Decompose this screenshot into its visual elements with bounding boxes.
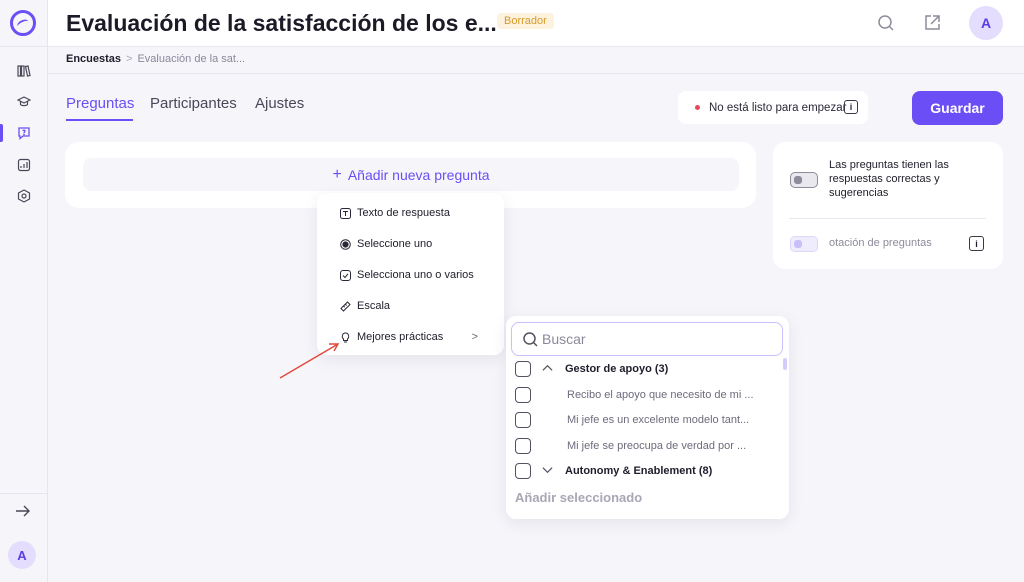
breadcrumb-root-link[interactable]: Encuestas bbox=[66, 53, 121, 65]
sidebar-item-settings[interactable] bbox=[0, 184, 48, 208]
search-icon bbox=[523, 332, 538, 347]
question-label: Mi jefe es un excelente modelo tant... bbox=[567, 414, 750, 426]
question-label: Recibo el apoyo que necesito de mi ... bbox=[567, 389, 754, 401]
group-checkbox[interactable] bbox=[515, 361, 531, 377]
save-button[interactable]: Guardar bbox=[912, 91, 1003, 125]
sidebar-item-library[interactable] bbox=[0, 59, 48, 83]
scrollbar-thumb[interactable] bbox=[783, 358, 787, 370]
user-avatar[interactable]: A bbox=[969, 6, 1003, 40]
menu-item-multiple-choice[interactable]: Selecciona uno o varios bbox=[317, 263, 504, 287]
menu-item-label: Escala bbox=[357, 300, 391, 312]
rotation-label: otación de preguntas bbox=[829, 237, 932, 249]
menu-item-scale[interactable]: Escala bbox=[317, 294, 504, 318]
status-badge: Borrador bbox=[497, 13, 554, 29]
sidebar-divider bbox=[0, 46, 48, 47]
status-dot bbox=[695, 105, 700, 110]
menu-item-text-answer[interactable]: Texto de respuesta bbox=[317, 201, 504, 225]
expand-sidebar-icon[interactable] bbox=[14, 503, 32, 519]
breadcrumb-separator: > bbox=[126, 53, 133, 65]
question-checkbox[interactable] bbox=[515, 412, 531, 428]
breadcrumb-current: Evaluación de la sat... bbox=[137, 53, 246, 65]
settings-divider bbox=[789, 218, 986, 219]
correct-answers-toggle[interactable] bbox=[790, 172, 818, 188]
active-tab-underline bbox=[66, 119, 133, 121]
radio-icon bbox=[340, 238, 351, 250]
sidebar-avatar[interactable]: A bbox=[8, 541, 36, 569]
chevron-right-icon: > bbox=[471, 331, 478, 343]
question-label: Mi jefe se preocupa de verdad por ... bbox=[567, 440, 747, 452]
annotation-arrow-icon bbox=[279, 343, 340, 379]
ruler-icon bbox=[340, 300, 351, 312]
add-question-label: Añadir nueva pregunta bbox=[347, 166, 490, 183]
search-icon[interactable] bbox=[876, 13, 896, 33]
chevron-down-icon[interactable] bbox=[541, 465, 553, 477]
sidebar: A bbox=[0, 0, 48, 582]
list-item[interactable]: Mi jefe se preocupa de verdad por ... bbox=[515, 435, 780, 457]
survey-icon bbox=[18, 127, 30, 140]
question-checkbox[interactable] bbox=[515, 387, 531, 403]
list-group-header[interactable]: Gestor de apoyo (3) bbox=[515, 358, 780, 380]
app-logo[interactable] bbox=[10, 10, 36, 36]
tab-preguntas[interactable]: Preguntas bbox=[66, 95, 134, 112]
text-box-icon bbox=[340, 207, 351, 219]
sidebar-item-analytics[interactable] bbox=[0, 153, 48, 177]
sidebar-item-learning[interactable] bbox=[0, 90, 48, 114]
menu-item-label: Selecciona uno o varios bbox=[357, 269, 474, 281]
question-checkbox[interactable] bbox=[515, 438, 531, 454]
question-type-menu: Texto de respuesta Seleccione uno Selecc… bbox=[317, 193, 504, 355]
list-group-header[interactable]: Autonomy & Enablement (8) bbox=[515, 460, 780, 482]
menu-item-label: Texto de respuesta bbox=[357, 207, 450, 219]
list-item[interactable]: Recibo el apoyo que necesito de mi ... bbox=[515, 384, 780, 406]
readiness-label: No está listo para empezar bbox=[709, 101, 847, 114]
menu-item-single-choice[interactable]: Seleccione uno bbox=[317, 232, 504, 256]
rotation-toggle[interactable] bbox=[790, 236, 818, 252]
rotation-info-icon[interactable]: i bbox=[969, 236, 984, 251]
sidebar-bottom-divider bbox=[0, 493, 48, 494]
checkbox-icon bbox=[340, 269, 351, 281]
tab-participantes[interactable]: Participantes bbox=[150, 95, 237, 112]
readiness-status: No está listo para empezar i bbox=[678, 91, 868, 124]
group-checkbox[interactable] bbox=[515, 463, 531, 479]
tab-ajustes[interactable]: Ajustes bbox=[255, 95, 304, 112]
plus-icon: + bbox=[332, 165, 342, 183]
best-practices-search-input[interactable]: Buscar bbox=[511, 322, 783, 356]
menu-item-best-practices[interactable]: Mejores prácticas > bbox=[317, 325, 504, 349]
menu-item-label: Seleccione uno bbox=[357, 238, 433, 250]
top-header: Evaluación de la satisfacción de los e..… bbox=[48, 0, 1024, 47]
group-label: Autonomy & Enablement (8) bbox=[565, 465, 713, 477]
analytics-icon bbox=[17, 158, 31, 172]
menu-item-label: Mejores prácticas bbox=[357, 331, 444, 343]
search-placeholder: Buscar bbox=[542, 331, 586, 347]
settings-hexagon-icon bbox=[17, 189, 31, 203]
library-icon bbox=[17, 65, 31, 77]
add-selected-button[interactable]: Añadir seleccionado bbox=[515, 490, 642, 505]
breadcrumb: Encuestas > Evaluación de la sat... bbox=[66, 53, 245, 65]
breadcrumb-divider bbox=[48, 73, 1024, 74]
sidebar-item-surveys[interactable] bbox=[0, 121, 48, 145]
correct-answers-label: Las preguntas tienen las respuestas corr… bbox=[829, 159, 949, 199]
info-icon[interactable]: i bbox=[844, 100, 858, 114]
chevron-up-icon[interactable] bbox=[541, 363, 553, 375]
add-question-button[interactable]: + Añadir nueva pregunta bbox=[83, 158, 739, 191]
graduation-cap-icon bbox=[17, 96, 31, 107]
page-title: Evaluación de la satisfacción de los e..… bbox=[66, 10, 497, 36]
share-icon[interactable] bbox=[922, 13, 942, 33]
group-label: Gestor de apoyo (3) bbox=[565, 363, 669, 375]
list-item[interactable]: Mi jefe es un excelente modelo tant... bbox=[515, 409, 780, 431]
